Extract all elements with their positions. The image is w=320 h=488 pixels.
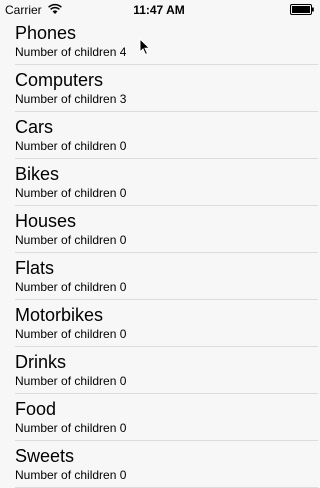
list-item[interactable]: Cars Number of children 0 [0,112,318,159]
list-item-subtitle: Number of children 0 [15,280,127,294]
list-item-title: Drinks [15,352,67,372]
list-item-title: Food [15,399,57,419]
list-item[interactable]: Sweets Number of children 0 [0,441,318,488]
list-item-subtitle: Number of children 0 [15,421,127,435]
list-item-subtitle: Number of children 3 [15,92,127,106]
status-time: 11:47 AM [133,3,185,17]
list-item[interactable]: Motorbikes Number of children 0 [0,300,318,347]
list-item-subtitle: Number of children 0 [15,139,127,153]
list-item-title: Flats [15,258,55,278]
mouse-pointer-icon [139,38,151,56]
list-item-title: Phones [15,23,77,43]
list-item-subtitle: Number of children 0 [15,186,127,200]
list-item-title: Computers [15,70,104,90]
status-bar: Carrier 11:47 AM [0,0,318,20]
list-item-subtitle: Number of children 0 [15,233,127,247]
list-item-title: Bikes [15,164,60,184]
battery-icon [290,4,314,15]
list-item[interactable]: Flats Number of children 0 [0,253,318,300]
list-item-subtitle: Number of children 0 [15,327,127,341]
list-item[interactable]: Bikes Number of children 0 [0,159,318,206]
list-item[interactable]: Computers Number of children 3 [0,65,318,112]
list-item[interactable]: Phones Number of children 4 [0,18,318,65]
list-item-title: Sweets [15,446,75,466]
list-item[interactable]: Food Number of children 0 [0,394,318,441]
list-item-title: Cars [15,117,54,137]
categories-list: Phones Number of children 4 Computers Nu… [0,18,318,488]
list-item-subtitle: Number of children 4 [15,45,127,59]
list-item-title: Houses [15,211,77,231]
list-item[interactable]: Houses Number of children 0 [0,206,318,253]
list-item-subtitle: Number of children 0 [15,374,127,388]
list-item[interactable]: Drinks Number of children 0 [0,347,318,394]
list-item-title: Motorbikes [15,305,104,325]
